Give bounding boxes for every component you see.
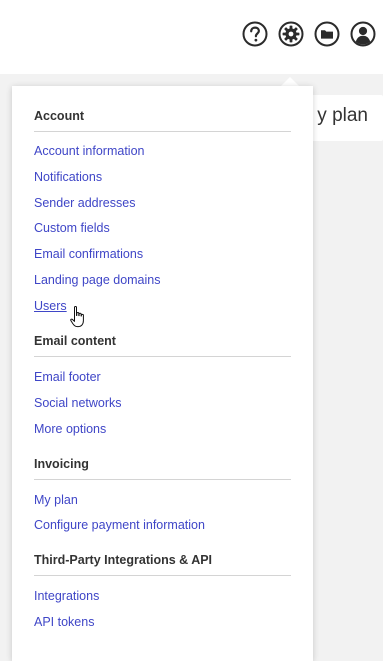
menu-item-email-confirmations[interactable]: Email confirmations bbox=[34, 247, 143, 261]
section-title-integrations-api: Third-Party Integrations & API bbox=[34, 553, 213, 567]
menu-item-more-options[interactable]: More options bbox=[34, 422, 106, 436]
menu-item-social-networks[interactable]: Social networks bbox=[34, 396, 122, 410]
menu-item-configure-payment-information[interactable]: Configure payment information bbox=[34, 518, 205, 532]
help-icon[interactable] bbox=[242, 21, 268, 47]
menu-item-email-footer[interactable]: Email footer bbox=[34, 370, 101, 384]
top-bar bbox=[0, 0, 383, 74]
menu-item-api-tokens[interactable]: API tokens bbox=[34, 615, 94, 629]
menu-item-users[interactable]: Users bbox=[34, 299, 67, 313]
section-title-invoicing: Invoicing bbox=[34, 457, 89, 471]
section-title-account: Account bbox=[34, 109, 84, 123]
gear-icon[interactable] bbox=[278, 21, 304, 47]
menu-item-custom-fields[interactable]: Custom fields bbox=[34, 221, 110, 235]
section-divider bbox=[34, 131, 291, 132]
section-title-email-content: Email content bbox=[34, 334, 116, 348]
section-divider bbox=[34, 479, 291, 480]
menu-item-landing-page-domains[interactable]: Landing page domains bbox=[34, 273, 161, 287]
menu-item-notifications[interactable]: Notifications bbox=[34, 170, 102, 184]
menu-item-my-plan[interactable]: My plan bbox=[34, 493, 78, 507]
user-icon[interactable] bbox=[350, 21, 376, 47]
folder-icon[interactable] bbox=[314, 21, 340, 47]
menu-item-integrations[interactable]: Integrations bbox=[34, 589, 99, 603]
menu-item-account-information[interactable]: Account information bbox=[34, 144, 144, 158]
section-divider bbox=[34, 575, 291, 576]
hand-pointer-cursor-icon bbox=[70, 305, 90, 334]
menu-item-sender-addresses[interactable]: Sender addresses bbox=[34, 196, 135, 210]
section-divider bbox=[34, 356, 291, 357]
settings-dropdown: Account Account information Notification… bbox=[12, 86, 313, 661]
